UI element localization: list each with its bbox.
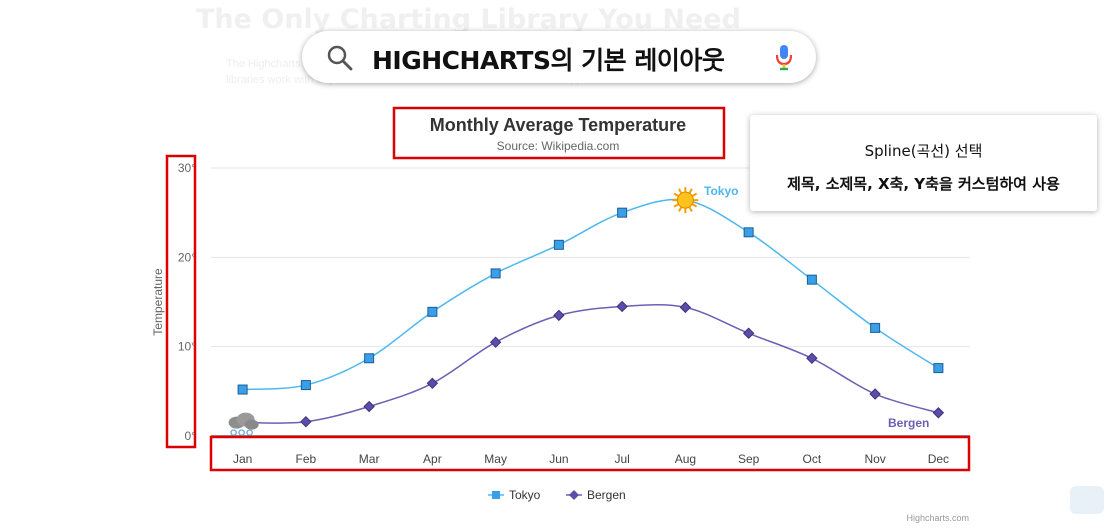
sun-ray — [691, 203, 698, 208]
point-bergen-feb[interactable] — [300, 415, 312, 428]
x-tick-label-oct: Oct — [803, 452, 822, 466]
annotation-line-1: Spline(곡선) 선택 — [864, 142, 983, 160]
series-layer: Tokyo Bergen — [228, 184, 945, 436]
point-tokyo-dec[interactable] — [933, 363, 944, 374]
snow-cloud-icon — [228, 412, 259, 436]
search-query[interactable]: HIGHCHARTS의 기본 레이아웃 — [372, 41, 725, 77]
snowflake-2 — [246, 429, 253, 436]
x-tick-label-jun: Jun — [549, 452, 568, 466]
point-tokyo-oct[interactable] — [806, 274, 817, 285]
point-tokyo-sep[interactable] — [743, 227, 754, 238]
x-tick-label-mar: Mar — [359, 452, 380, 466]
legend-item-tokyo[interactable]: Tokyo — [488, 488, 541, 502]
x-tick-label-aug: Aug — [675, 452, 696, 466]
y-axis-highlight-box — [165, 154, 197, 449]
y-tick-label-2: 20° — [178, 250, 196, 264]
y-tick-label-1: 10° — [178, 340, 196, 354]
point-tokyo-may[interactable] — [490, 268, 501, 279]
y-axis-ticks: 0°10°20°30° — [178, 161, 196, 443]
x-tick-label-sep: Sep — [738, 452, 760, 466]
point-bergen-may[interactable] — [489, 336, 502, 348]
legend-label-tokyo: Tokyo — [509, 488, 541, 502]
cloud-part — [244, 419, 259, 430]
microphone-icon[interactable] — [774, 43, 794, 76]
point-bergen-aug[interactable] — [679, 301, 692, 314]
annotation-note: Spline(곡선) 선택 제목, 소제목, X축, Y축을 커스텀하여 사용 — [750, 115, 1097, 211]
y-tick-label-3: 30° — [178, 161, 196, 175]
point-bergen-mar[interactable] — [363, 400, 375, 413]
series-bergen — [228, 300, 945, 436]
point-tokyo-jan[interactable] — [237, 384, 248, 395]
y-axis-title: Temperature — [151, 268, 165, 336]
point-tokyo-nov[interactable] — [870, 322, 881, 333]
data-label-bergen: Bergen — [888, 416, 929, 430]
sun-ray — [688, 188, 693, 194]
point-bergen-nov[interactable] — [869, 388, 881, 400]
point-bergen-oct[interactable] — [806, 352, 818, 364]
x-tick-label-nov: Nov — [864, 452, 885, 466]
search-bar[interactable]: HIGHCHARTS의 기본 레이아웃 — [302, 31, 816, 83]
search-icon[interactable] — [326, 44, 354, 77]
sun-icon — [672, 187, 699, 214]
x-tick-label-jul: Jul — [614, 452, 629, 466]
sun-ray — [691, 192, 698, 198]
point-bergen-jul[interactable] — [616, 300, 628, 313]
legend-label-bergen: Bergen — [587, 488, 626, 502]
sun-ray — [673, 192, 679, 198]
credits[interactable]: Highcharts.com — [906, 513, 969, 523]
x-axis-highlight-box — [209, 435, 971, 472]
series-line-tokyo — [242, 198, 939, 391]
x-axis-ticks: Jan Feb Mar Apr May Jun Jul Aug Sep Oct Nov Dec — [233, 452, 949, 466]
point-tokyo-jun[interactable] — [553, 239, 564, 250]
point-bergen-jun[interactable] — [553, 309, 565, 322]
point-bergen-dec[interactable] — [932, 407, 945, 419]
x-tick-label-jan: Jan — [233, 452, 252, 466]
sun-ray — [673, 203, 679, 208]
data-label-tokyo: Tokyo — [704, 184, 738, 198]
sun-ray — [678, 206, 683, 212]
chart-title: Monthly Average Temperature — [430, 115, 686, 135]
sun-disc — [676, 191, 694, 209]
snowflake-1 — [238, 429, 245, 436]
legend-item-bergen[interactable]: Bergen — [566, 488, 626, 502]
series-tokyo — [237, 187, 944, 395]
point-bergen-sep[interactable] — [742, 327, 755, 339]
legend: Tokyo Bergen — [488, 488, 626, 502]
legend-symbol — [492, 491, 500, 499]
x-tick-label-feb: Feb — [296, 452, 317, 466]
chart-subtitle: Source: Wikipedia.com — [497, 139, 620, 153]
chat-widget-icon[interactable] — [1070, 486, 1104, 514]
point-tokyo-jul[interactable] — [617, 207, 628, 218]
x-tick-label-dec: Dec — [928, 452, 949, 466]
snowflake-0 — [230, 429, 237, 436]
series-line-bergen — [242, 303, 939, 424]
point-tokyo-apr[interactable] — [427, 306, 438, 317]
sun-ray — [678, 188, 683, 194]
point-tokyo-feb[interactable] — [300, 380, 311, 391]
x-tick-label-may: May — [484, 452, 507, 466]
x-tick-label-apr: Apr — [423, 452, 442, 466]
annotation-line-2: 제목, 소제목, X축, Y축을 커스텀하여 사용 — [787, 175, 1060, 193]
point-tokyo-mar[interactable] — [364, 353, 375, 364]
point-bergen-apr[interactable] — [426, 377, 439, 390]
legend-symbol — [569, 490, 579, 500]
sun-ray — [688, 206, 693, 212]
